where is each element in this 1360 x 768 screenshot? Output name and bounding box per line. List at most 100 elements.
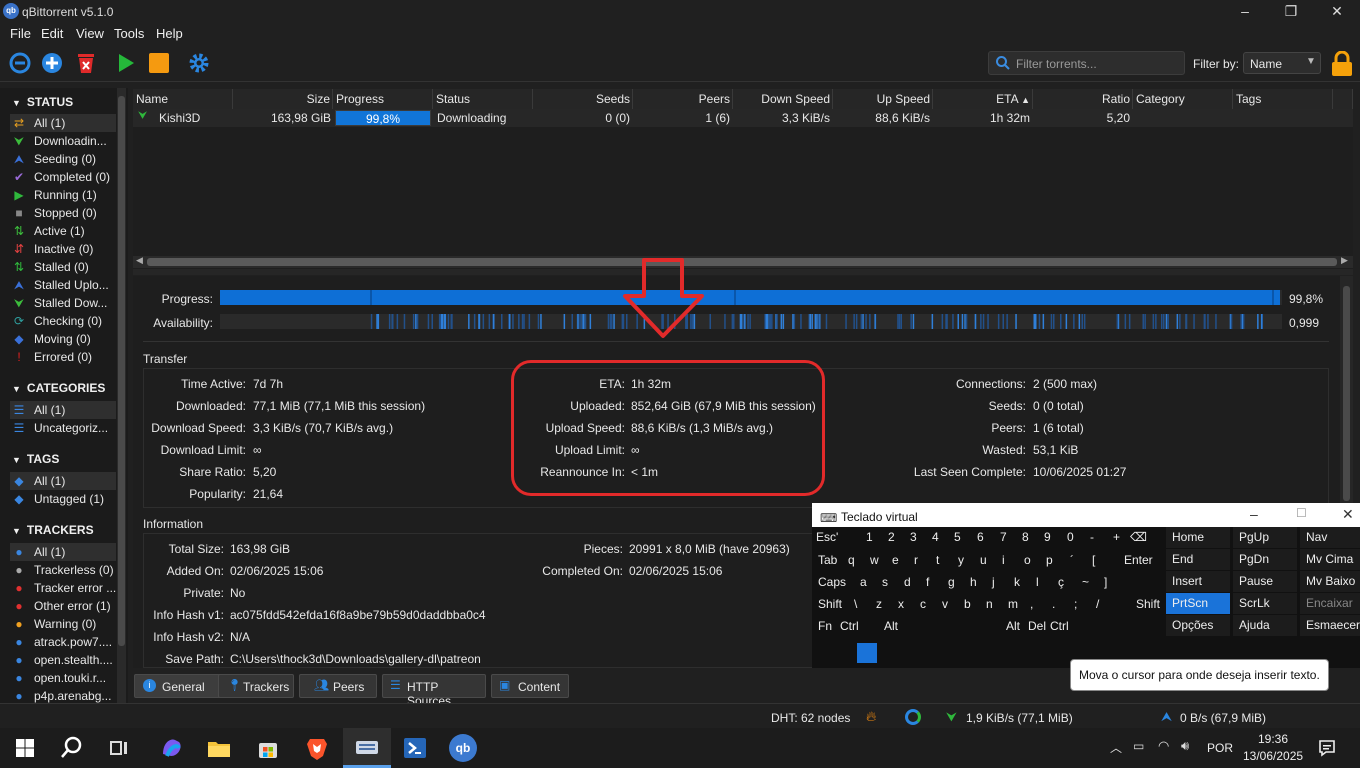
menu-edit[interactable]: Edit: [41, 26, 63, 41]
header-category[interactable]: Category: [1133, 89, 1233, 109]
key-row5-4[interactable]: Del: [1028, 619, 1046, 633]
header-name[interactable]: Name: [133, 89, 233, 109]
key-row4-12[interactable]: /: [1096, 597, 1099, 611]
key-row2-5[interactable]: t: [936, 553, 939, 567]
sidebar-item-tracker-6[interactable]: ● open.stealth....: [10, 651, 116, 669]
task-view-icon[interactable]: [105, 734, 133, 762]
key-nav2-0[interactable]: PgUp: [1233, 527, 1297, 548]
speed-limit-icon[interactable]: [905, 709, 921, 725]
key-row1-4[interactable]: 3: [910, 530, 917, 544]
key-row5-5[interactable]: Ctrl: [1050, 619, 1069, 633]
search-icon[interactable]: [58, 734, 86, 762]
clock-date[interactable]: 13/06/2025: [1243, 749, 1303, 763]
scrollbar-thumb[interactable]: [1343, 286, 1350, 501]
copilot-icon[interactable]: [157, 734, 185, 762]
key-nav3-4[interactable]: Esmaecer: [1300, 615, 1360, 636]
key-row3-5[interactable]: g: [948, 575, 955, 589]
key-row3-9[interactable]: l: [1036, 575, 1039, 589]
add-torrent-file-icon[interactable]: [41, 52, 63, 74]
key-row4-0[interactable]: Shift: [818, 597, 842, 611]
sidebar-item-status-12[interactable]: ◆ Moving (0): [10, 330, 116, 348]
key-row3-7[interactable]: j: [992, 575, 995, 589]
key-row2-4[interactable]: r: [914, 553, 918, 567]
key-row1-12[interactable]: -: [1090, 530, 1094, 544]
sidebar-item-tracker-4[interactable]: ● Warning (0): [10, 615, 116, 633]
sidebar-item-status-3[interactable]: ✔ Completed (0): [10, 168, 116, 186]
header-eta[interactable]: ETA ▲: [933, 89, 1033, 109]
key-row2-1[interactable]: q: [848, 553, 855, 567]
key-row2-11[interactable]: ´: [1070, 553, 1074, 567]
sidebar-item-status-8[interactable]: ⇅ Stalled (0): [10, 258, 116, 276]
sidebar-item-category-1[interactable]: ☰ Uncategoriz...: [10, 419, 116, 437]
key-row2-12[interactable]: [: [1092, 553, 1095, 567]
key-row2-0[interactable]: Tab: [818, 553, 837, 567]
menu-help[interactable]: Help: [156, 26, 183, 41]
key-row5-2[interactable]: Alt: [884, 619, 898, 633]
tab-general[interactable]: i General: [134, 674, 224, 698]
key-row1-2[interactable]: 1: [866, 530, 873, 544]
virtual-keyboard-task[interactable]: [343, 728, 391, 768]
key-nav1-4[interactable]: Opções: [1166, 615, 1230, 636]
scrollbar-thumb[interactable]: [147, 258, 1337, 266]
start-torrent-icon[interactable]: [115, 52, 137, 74]
key-row1-5[interactable]: 4: [932, 530, 939, 544]
keyboard-close-button[interactable]: ✕: [1342, 506, 1354, 523]
sidebar-item-status-13[interactable]: ! Errored (0): [10, 348, 116, 366]
menu-view[interactable]: View: [76, 26, 104, 41]
key-row3-3[interactable]: d: [904, 575, 911, 589]
close-button[interactable]: ✕: [1314, 0, 1360, 24]
tab-peers[interactable]: 👥︎ Peers: [299, 674, 377, 698]
key-nav1-0[interactable]: Home: [1166, 527, 1230, 548]
key-row4-8[interactable]: m: [1008, 597, 1018, 611]
header-peers[interactable]: Peers: [633, 89, 733, 109]
windows-start-icon[interactable]: [11, 734, 39, 762]
header-seeds[interactable]: Seeds: [533, 89, 633, 109]
key-nav3-2[interactable]: Mv Baixo: [1300, 571, 1360, 592]
key-row2-3[interactable]: e: [892, 553, 899, 567]
keyboard-minimize-button[interactable]: –: [1250, 506, 1258, 522]
key-row5-0[interactable]: Fn: [818, 619, 832, 633]
sidebar-item-tracker-5[interactable]: ● atrack.pow7....: [10, 633, 116, 651]
sidebar-item-status-9[interactable]: ⮝ Stalled Uplo...: [10, 276, 116, 294]
powershell-icon[interactable]: [401, 734, 429, 762]
tab-content[interactable]: ▣ Content: [491, 674, 569, 698]
key-row1-9[interactable]: 8: [1022, 530, 1029, 544]
keyboard-maximize-button[interactable]: ☐: [1296, 506, 1307, 520]
key-row1-3[interactable]: 2: [888, 530, 895, 544]
tags-section-header[interactable]: ▼ TAGS: [12, 452, 59, 466]
key-row4-4[interactable]: c: [920, 597, 926, 611]
key-nav3-3[interactable]: Encaixar: [1300, 593, 1360, 614]
header-size[interactable]: Size: [233, 89, 333, 109]
key-row2-6[interactable]: y: [958, 553, 964, 567]
trackers-section-header[interactable]: ▼ TRACKERS: [12, 523, 94, 537]
key-nav3-0[interactable]: Nav: [1300, 527, 1360, 548]
menu-file[interactable]: File: [10, 26, 31, 41]
file-explorer-icon[interactable]: [205, 734, 233, 762]
horizontal-scrollbar[interactable]: ◀ ▶: [133, 255, 1353, 268]
key-row4-3[interactable]: x: [898, 597, 904, 611]
lock-icon[interactable]: [1330, 51, 1354, 77]
tab-http-sources[interactable]: ☰ HTTP Sources: [382, 674, 486, 708]
key-nav2-2[interactable]: Pause: [1233, 571, 1297, 592]
header-ratio[interactable]: Ratio: [1033, 89, 1133, 109]
qbittorrent-taskbar-icon[interactable]: qb: [449, 734, 477, 762]
header-tags[interactable]: Tags: [1233, 89, 1333, 109]
key-nav2-4[interactable]: Ajuda: [1233, 615, 1297, 636]
key-row4-10[interactable]: .: [1052, 597, 1055, 611]
notification-center-icon[interactable]: [1318, 739, 1336, 757]
header-down-speed[interactable]: Down Speed: [733, 89, 833, 109]
key-row1-8[interactable]: 7: [1000, 530, 1007, 544]
key-nav2-1[interactable]: PgDn: [1233, 549, 1297, 570]
sidebar-item-status-6[interactable]: ⇅ Active (1): [10, 222, 116, 240]
win-key[interactable]: [857, 643, 877, 663]
key-row3-1[interactable]: a: [860, 575, 867, 589]
key-nav1-1[interactable]: End: [1166, 549, 1230, 570]
key-nav1-2[interactable]: Insert: [1166, 571, 1230, 592]
key-row1-6[interactable]: 5: [954, 530, 961, 544]
key-row2-2[interactable]: w: [870, 553, 879, 567]
key-row4-13[interactable]: Shift: [1136, 597, 1160, 611]
key-row3-0[interactable]: Caps: [818, 575, 846, 589]
maximize-button[interactable]: ❐: [1268, 0, 1314, 24]
key-row4-7[interactable]: n: [986, 597, 993, 611]
sidebar-item-tag-0[interactable]: ◆ All (1): [10, 472, 116, 490]
